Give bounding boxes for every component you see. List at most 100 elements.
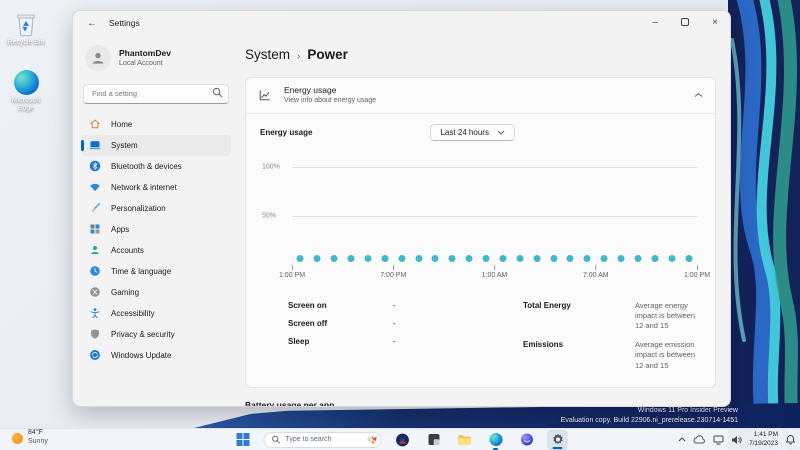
stat-screen-off: Screen off - bbox=[288, 319, 523, 328]
sidebar-item-home[interactable]: Home bbox=[81, 114, 231, 135]
desktop-icon-recycle-bin[interactable]: Recycle Bin bbox=[3, 9, 49, 47]
sidebar-item-label: Accounts bbox=[111, 245, 144, 255]
chart-dot bbox=[431, 254, 439, 262]
breadcrumb-root[interactable]: System bbox=[245, 47, 290, 62]
x-tick: 7:00 PM bbox=[380, 264, 406, 279]
chart-dot bbox=[685, 254, 693, 262]
maximize-button[interactable] bbox=[670, 11, 700, 33]
taskbar-clock[interactable]: 1:41 PM 7/19/2023 bbox=[749, 431, 778, 448]
titlebar[interactable]: ← Settings – × bbox=[73, 11, 730, 35]
chart-dot bbox=[516, 254, 524, 262]
taskbar-search[interactable]: Type to search bbox=[263, 431, 382, 448]
stat-screen-on: Screen on - bbox=[288, 301, 523, 310]
sidebar-item-bluetooth-devices[interactable]: Bluetooth & devices bbox=[81, 156, 231, 177]
chart-dot bbox=[617, 254, 625, 262]
chevron-down-icon bbox=[497, 130, 505, 135]
chart-dot bbox=[313, 254, 321, 262]
stat-sleep: Sleep - bbox=[288, 337, 523, 346]
sidebar-item-network-internet[interactable]: Network & internet bbox=[81, 177, 231, 198]
sidebar-item-windows-update[interactable]: Windows Update bbox=[81, 345, 231, 366]
weather-widget[interactable]: 84°F Sunny bbox=[6, 428, 54, 448]
network-icon[interactable] bbox=[713, 435, 724, 445]
account-type: Local Account bbox=[119, 59, 163, 67]
pinned-app-icon bbox=[396, 433, 409, 446]
windows-logo-icon bbox=[236, 433, 249, 446]
edge-button[interactable] bbox=[486, 430, 506, 450]
sidebar-item-privacy-security[interactable]: Privacy & security bbox=[81, 324, 231, 345]
minimize-button[interactable]: – bbox=[640, 11, 670, 33]
taskbar-search-placeholder: Type to search bbox=[285, 436, 332, 443]
onedrive-icon[interactable] bbox=[693, 435, 706, 444]
chart-dot bbox=[550, 254, 558, 262]
notification-bell-icon[interactable] bbox=[785, 434, 796, 445]
stat-label: Total Energy bbox=[523, 300, 571, 310]
sidebar-item-label: Windows Update bbox=[111, 350, 172, 360]
energy-usage-card-body: Energy usage Last 24 hours 100% 50% 1:00… bbox=[246, 112, 715, 387]
sidebar-item-time-language[interactable]: Time & language bbox=[81, 261, 231, 282]
battery-usage-section: Battery usage per app Sort by: bbox=[245, 400, 716, 406]
file-explorer-button[interactable] bbox=[455, 430, 475, 450]
chart-dot bbox=[296, 254, 304, 262]
copilot-button[interactable] bbox=[517, 430, 537, 450]
person-icon bbox=[92, 52, 104, 64]
close-icon: × bbox=[712, 16, 718, 28]
chart-dot bbox=[651, 254, 659, 262]
chart-dot bbox=[668, 254, 676, 262]
chevron-up-icon[interactable] bbox=[694, 92, 703, 98]
weather-condition: Sunny bbox=[28, 438, 48, 445]
task-view-button[interactable] bbox=[424, 430, 444, 450]
x-tick: 1:00 AM bbox=[482, 264, 507, 279]
close-button[interactable]: × bbox=[700, 11, 730, 33]
hidden-icons-chevron-icon[interactable] bbox=[678, 437, 686, 442]
y-tick-label: 100% bbox=[262, 163, 280, 171]
time-range-dropdown[interactable]: Last 24 hours bbox=[430, 123, 515, 141]
sidebar-item-label: Network & internet bbox=[111, 182, 177, 192]
edge-icon bbox=[489, 433, 502, 446]
account-summary[interactable]: PhantomDev Local Account bbox=[81, 39, 231, 81]
chart-dot bbox=[364, 254, 372, 262]
desktop-icon-edge[interactable]: Microsoft Edge bbox=[3, 70, 49, 112]
running-indicator bbox=[493, 447, 498, 450]
page-title: Power bbox=[307, 47, 348, 62]
chart-dot bbox=[499, 254, 507, 262]
chart-dot bbox=[634, 254, 642, 262]
sidebar-item-personalization[interactable]: Personalization bbox=[81, 198, 231, 219]
back-button[interactable]: ← bbox=[83, 14, 101, 32]
evaluation-watermark: Windows 11 Pro Insider Preview Evaluatio… bbox=[561, 406, 738, 425]
start-button[interactable] bbox=[233, 430, 253, 450]
sidebar-item-gaming[interactable]: Gaming bbox=[81, 282, 231, 303]
stat-total-energy: Total Energy Average energy impact is be… bbox=[523, 301, 701, 331]
energy-usage-card-header[interactable]: Energy usage View info about energy usag… bbox=[246, 78, 715, 113]
energy-stats: Screen on - Screen off - Sleep - Total E… bbox=[260, 301, 701, 375]
sidebar-item-accessibility[interactable]: Accessibility bbox=[81, 303, 231, 324]
sidebar-item-label: Privacy & security bbox=[111, 329, 175, 339]
sun-icon bbox=[12, 432, 23, 444]
stat-label: Screen off bbox=[288, 318, 328, 328]
y-tick-label: 50% bbox=[262, 212, 277, 220]
recycle-bin-icon bbox=[17, 14, 35, 37]
desktop-icon-label: Microsoft Edge bbox=[11, 97, 41, 112]
chart-dot bbox=[347, 254, 355, 262]
search-highlight-icon bbox=[367, 435, 377, 445]
avatar bbox=[85, 45, 111, 71]
tray-time: 1:41 PM bbox=[753, 431, 778, 439]
settings-button[interactable] bbox=[547, 429, 568, 450]
settings-search-input[interactable] bbox=[83, 83, 229, 104]
pinned-app-button[interactable] bbox=[393, 430, 413, 450]
accessibility-icon bbox=[90, 308, 100, 318]
volume-icon[interactable] bbox=[731, 435, 742, 445]
sidebar-nav: Home System Bluetooth & devices Network … bbox=[81, 114, 231, 366]
sidebar-item-accounts[interactable]: Accounts bbox=[81, 240, 231, 261]
stat-label: Screen on bbox=[288, 300, 327, 310]
sidebar-item-apps[interactable]: Apps bbox=[81, 219, 231, 240]
sidebar-item-label: System bbox=[111, 140, 138, 150]
x-tick: 7:00 AM bbox=[583, 264, 609, 279]
desktop: Recycle Bin Microsoft Edge Windows 11 Pr… bbox=[0, 0, 800, 450]
sidebar-item-system[interactable]: System bbox=[81, 134, 231, 156]
sidebar-item-label: Time & language bbox=[111, 266, 172, 276]
chart-dot bbox=[465, 254, 473, 262]
sidebar-item-label: Home bbox=[111, 119, 133, 129]
minimize-icon: – bbox=[652, 16, 658, 28]
x-tick: 1:00 PM bbox=[279, 264, 305, 279]
sidebar-item-label: Bluetooth & devices bbox=[111, 161, 182, 171]
